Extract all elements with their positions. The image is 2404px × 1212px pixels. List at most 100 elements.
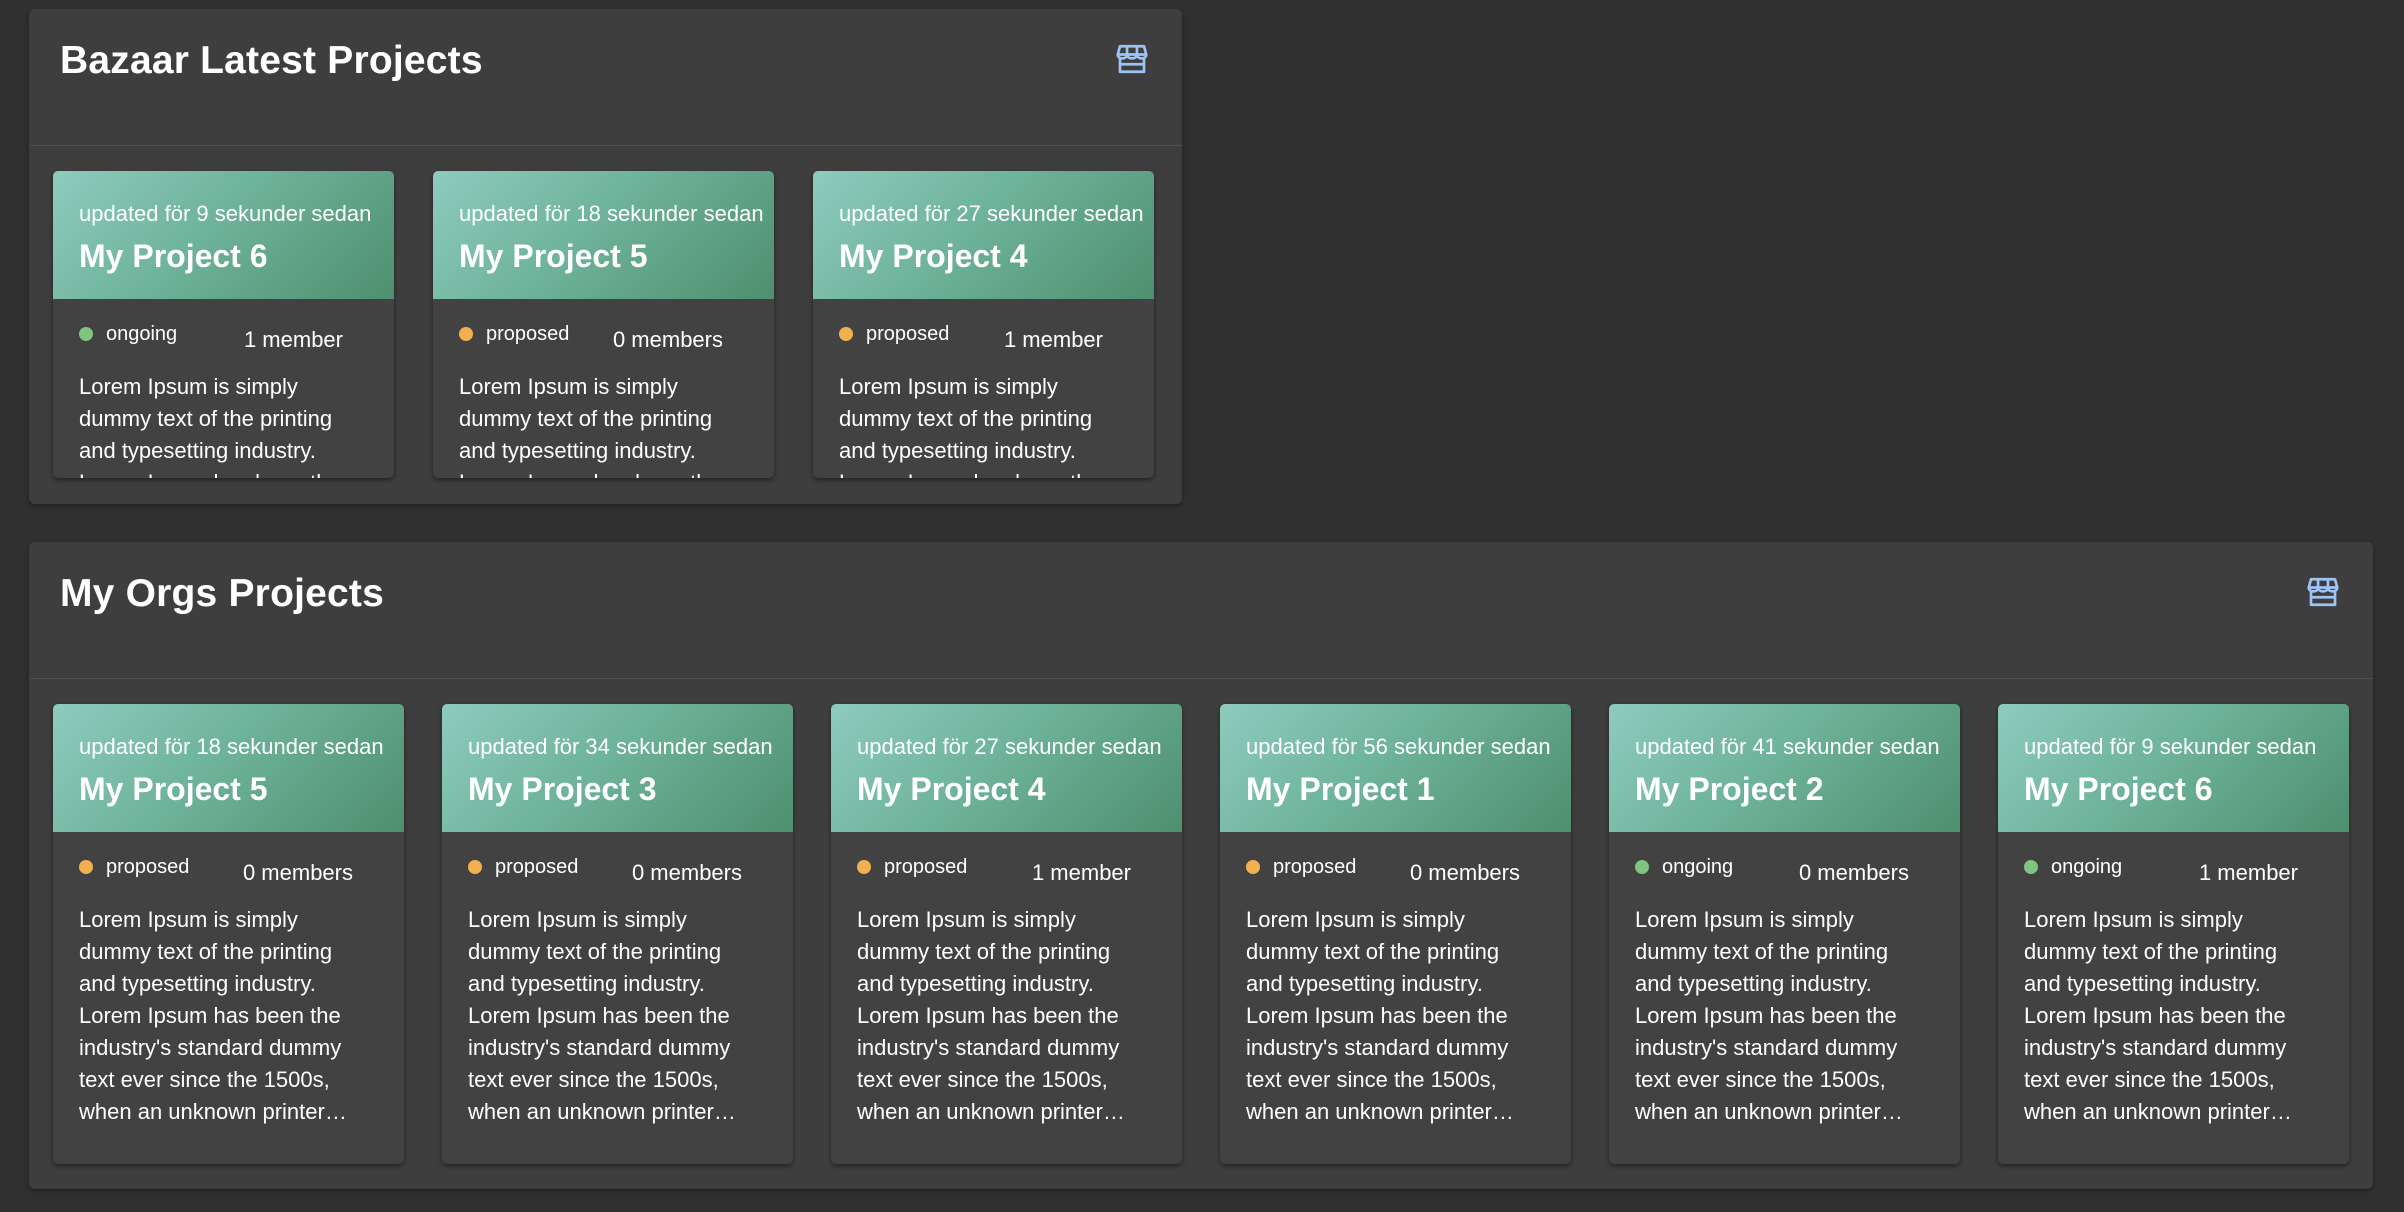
card-updated-time: updated för 9 sekunder sedan <box>2024 734 2317 759</box>
status-dot-icon <box>857 860 871 874</box>
status-dot-icon <box>459 327 473 341</box>
card-header: updated för 27 sekunder sedan My Project… <box>813 171 1154 299</box>
card-header: updated för 9 sekunder sedan My Project … <box>1998 704 2349 832</box>
bazaar-projects-panel: Bazaar Latest Projects updated för 9 sek… <box>29 9 1182 504</box>
project-card-list: updated för 9 sekunder sedan My Project … <box>53 171 1158 478</box>
status-row: proposed 0 members <box>79 832 378 892</box>
status-label: ongoing <box>2051 856 2123 878</box>
card-header: updated för 18 sekunder sedan My Project… <box>53 704 404 832</box>
card-header: updated för 34 sekunder sedan My Project… <box>442 704 793 832</box>
status-label: proposed <box>106 856 190 878</box>
card-body: proposed 0 members Lorem Ipsum is simply… <box>433 299 774 478</box>
card-project-name[interactable]: My Project 1 <box>1246 771 1435 808</box>
member-count: 0 members <box>1409 860 1520 885</box>
member-count: 1 member <box>1031 860 1131 885</box>
card-description: Lorem Ipsum is simply dummy text of the … <box>79 374 341 478</box>
member-count: 0 members <box>242 860 353 885</box>
card-body: ongoing 0 members Lorem Ipsum is simply … <box>1609 832 1960 1128</box>
project-card[interactable]: updated för 9 sekunder sedan My Project … <box>53 171 394 478</box>
status-label: proposed <box>495 856 579 878</box>
card-description: Lorem Ipsum is simply dummy text of the … <box>857 907 1125 1124</box>
card-description: Lorem Ipsum is simply dummy text of the … <box>2024 907 2292 1124</box>
status-row: ongoing 1 member <box>2024 832 2323 892</box>
card-updated-time: updated för 18 sekunder sedan <box>79 734 384 759</box>
project-card[interactable]: updated för 9 sekunder sedan My Project … <box>1998 704 2349 1164</box>
status-row: proposed 0 members <box>468 832 767 892</box>
status-label: proposed <box>866 323 950 345</box>
card-updated-time: updated för 34 sekunder sedan <box>468 734 773 759</box>
card-updated-time: updated för 18 sekunder sedan <box>459 201 764 226</box>
status-dot-icon <box>1246 860 1260 874</box>
orgs-projects-panel: My Orgs Projects updated för 18 sekunder… <box>29 542 2373 1189</box>
card-description: Lorem Ipsum is simply dummy text of the … <box>459 374 721 478</box>
status-row: ongoing 0 members <box>1635 832 1934 892</box>
card-project-name[interactable]: My Project 3 <box>468 771 657 808</box>
member-count: 1 member <box>2198 860 2298 885</box>
card-header: updated för 56 sekunder sedan My Project… <box>1220 704 1571 832</box>
card-project-name[interactable]: My Project 6 <box>2024 771 2213 808</box>
status-label: proposed <box>884 856 968 878</box>
card-project-name[interactable]: My Project 4 <box>839 238 1028 275</box>
project-card[interactable]: updated för 18 sekunder sedan My Project… <box>53 704 404 1164</box>
card-body: proposed 1 member Lorem Ipsum is simply … <box>813 299 1154 478</box>
card-header: updated för 27 sekunder sedan My Project… <box>831 704 1182 832</box>
status-label: proposed <box>486 323 570 345</box>
status-label: proposed <box>1273 856 1357 878</box>
member-count: 1 member <box>243 327 343 352</box>
card-description: Lorem Ipsum is simply dummy text of the … <box>1635 907 1903 1124</box>
panel-header: Bazaar Latest Projects <box>29 9 1182 146</box>
project-card[interactable]: updated för 27 sekunder sedan My Project… <box>813 171 1154 478</box>
card-project-name[interactable]: My Project 4 <box>857 771 1046 808</box>
panel-title: My Orgs Projects <box>60 572 384 615</box>
project-card[interactable]: updated för 34 sekunder sedan My Project… <box>442 704 793 1164</box>
status-row: proposed 0 members <box>459 299 748 359</box>
project-card-list: updated för 18 sekunder sedan My Project… <box>53 704 2349 1164</box>
card-body: ongoing 1 member Lorem Ipsum is simply d… <box>1998 832 2349 1128</box>
card-updated-time: updated för 27 sekunder sedan <box>857 734 1162 759</box>
status-row: proposed 0 members <box>1246 832 1545 892</box>
card-description: Lorem Ipsum is simply dummy text of the … <box>79 907 347 1124</box>
status-dot-icon <box>2024 860 2038 874</box>
card-updated-time: updated för 9 sekunder sedan <box>79 201 372 226</box>
card-updated-time: updated för 41 sekunder sedan <box>1635 734 1940 759</box>
status-row: ongoing 1 member <box>79 299 368 359</box>
status-dot-icon <box>79 327 93 341</box>
status-dot-icon <box>468 860 482 874</box>
card-updated-time: updated för 27 sekunder sedan <box>839 201 1144 226</box>
card-project-name[interactable]: My Project 6 <box>79 238 268 275</box>
store-icon[interactable] <box>2304 574 2342 610</box>
panel-title: Bazaar Latest Projects <box>60 39 483 82</box>
member-count: 0 members <box>1798 860 1909 885</box>
store-icon[interactable] <box>1113 41 1151 77</box>
status-label: ongoing <box>106 323 178 345</box>
card-header: updated för 9 sekunder sedan My Project … <box>53 171 394 299</box>
card-body: proposed 0 members Lorem Ipsum is simply… <box>53 832 404 1128</box>
card-body: proposed 1 member Lorem Ipsum is simply … <box>831 832 1182 1128</box>
status-dot-icon <box>79 860 93 874</box>
project-card[interactable]: updated för 41 sekunder sedan My Project… <box>1609 704 1960 1164</box>
card-body: proposed 0 members Lorem Ipsum is simply… <box>1220 832 1571 1128</box>
card-description: Lorem Ipsum is simply dummy text of the … <box>468 907 736 1124</box>
card-body: ongoing 1 member Lorem Ipsum is simply d… <box>53 299 394 478</box>
status-dot-icon <box>839 327 853 341</box>
card-project-name[interactable]: My Project 2 <box>1635 771 1824 808</box>
card-project-name[interactable]: My Project 5 <box>459 238 648 275</box>
status-row: proposed 1 member <box>839 299 1128 359</box>
card-description: Lorem Ipsum is simply dummy text of the … <box>839 374 1101 478</box>
status-row: proposed 1 member <box>857 832 1156 892</box>
card-updated-time: updated för 56 sekunder sedan <box>1246 734 1551 759</box>
project-card[interactable]: updated för 18 sekunder sedan My Project… <box>433 171 774 478</box>
status-dot-icon <box>1635 860 1649 874</box>
card-project-name[interactable]: My Project 5 <box>79 771 268 808</box>
card-description: Lorem Ipsum is simply dummy text of the … <box>1246 907 1514 1124</box>
card-header: updated för 18 sekunder sedan My Project… <box>433 171 774 299</box>
card-header: updated för 41 sekunder sedan My Project… <box>1609 704 1960 832</box>
project-card[interactable]: updated för 27 sekunder sedan My Project… <box>831 704 1182 1164</box>
card-body: proposed 0 members Lorem Ipsum is simply… <box>442 832 793 1128</box>
member-count: 0 members <box>612 327 723 352</box>
panel-header: My Orgs Projects <box>29 542 2373 679</box>
member-count: 0 members <box>631 860 742 885</box>
member-count: 1 member <box>1003 327 1103 352</box>
project-card[interactable]: updated för 56 sekunder sedan My Project… <box>1220 704 1571 1164</box>
status-label: ongoing <box>1662 856 1734 878</box>
